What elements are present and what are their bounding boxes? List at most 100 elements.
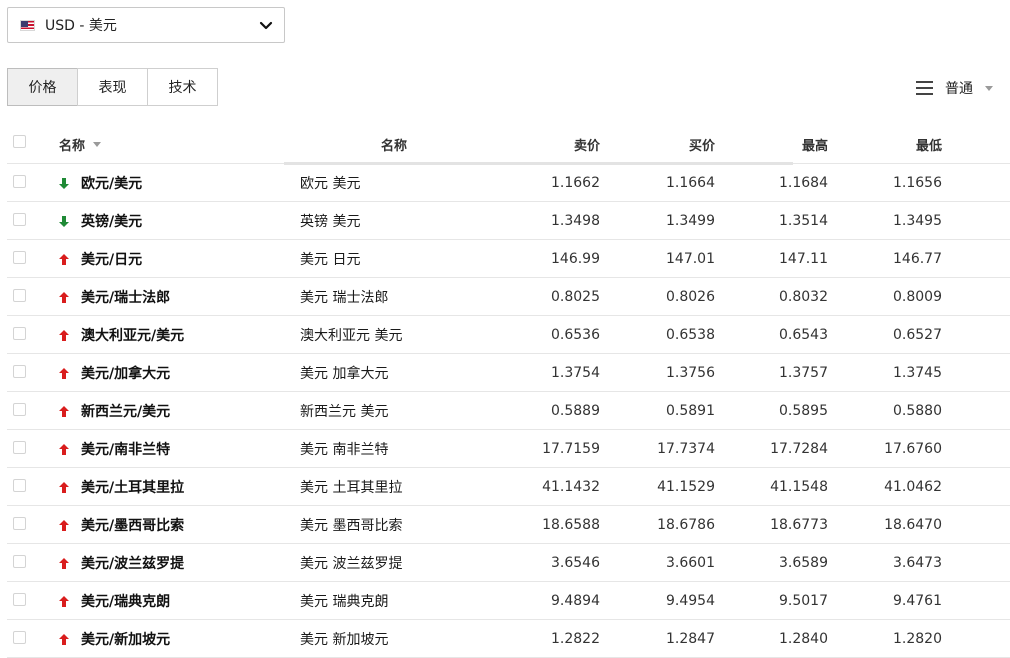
table-row[interactable]: 美元/墨西哥比索 美元 墨西哥比索 18.6588 18.6786 18.6773 18.… bbox=[7, 506, 1010, 544]
header-high[interactable]: 最高 bbox=[727, 125, 828, 163]
bid-value: 0.5889 bbox=[551, 402, 600, 419]
ask-value: 18.6786 bbox=[657, 516, 715, 533]
pair-cell: 美元/墨西哥比索 bbox=[59, 506, 184, 543]
ask-value: 1.2847 bbox=[666, 630, 715, 647]
pair-link[interactable]: 欧元/美元 bbox=[81, 173, 142, 193]
low-value: 1.3495 bbox=[893, 212, 942, 229]
arrow-up-icon bbox=[59, 405, 69, 417]
bid-value: 1.2822 bbox=[551, 630, 600, 647]
header-bid[interactable]: 卖价 bbox=[487, 125, 600, 163]
row-checkbox[interactable] bbox=[13, 555, 26, 568]
low-value: 9.4761 bbox=[893, 592, 942, 609]
pair-description: 澳大利亚元 美元 bbox=[300, 327, 403, 344]
pair-link[interactable]: 美元/波兰兹罗提 bbox=[81, 553, 184, 573]
ask-value: 1.3499 bbox=[666, 212, 715, 229]
table-row[interactable]: 美元/南非兰特 美元 南非兰特 17.7159 17.7374 17.7284 17.67… bbox=[7, 430, 1010, 468]
table-row[interactable]: 欧元/美元 欧元 美元 1.1662 1.1664 1.1684 1.1656 bbox=[7, 164, 1010, 202]
arrow-up-icon bbox=[59, 633, 69, 645]
pair-cell: 美元/新加坡元 bbox=[59, 620, 170, 657]
pair-description: 美元 瑞士法郎 bbox=[300, 289, 389, 306]
pair-link[interactable]: 美元/新加坡元 bbox=[81, 629, 170, 649]
table-row[interactable]: 英镑/美元 英镑 美元 1.3498 1.3499 1.3514 1.3495 bbox=[7, 202, 1010, 240]
bid-value: 0.8025 bbox=[551, 288, 600, 305]
table-row[interactable]: 美元/波兰兹罗提 美元 波兰兹罗提 3.6546 3.6601 3.6589 3.6473 bbox=[7, 544, 1010, 582]
pair-description: 欧元 美元 bbox=[300, 175, 361, 192]
pair-link[interactable]: 美元/日元 bbox=[81, 249, 142, 269]
row-checkbox[interactable] bbox=[13, 365, 26, 378]
row-checkbox[interactable] bbox=[13, 441, 26, 454]
pair-description: 新西兰元 美元 bbox=[300, 403, 389, 420]
pair-description: 美元 新加坡元 bbox=[300, 631, 389, 648]
table-row[interactable]: 澳大利亚元/美元 澳大利亚元 美元 0.6536 0.6538 0.6543 0.6527 bbox=[7, 316, 1010, 354]
table-row[interactable]: 美元/日元 美元 日元 146.99 147.01 147.11 146.77 bbox=[7, 240, 1010, 278]
pair-cell: 美元/日元 bbox=[59, 240, 142, 277]
row-checkbox[interactable] bbox=[13, 327, 26, 340]
ask-value: 147.01 bbox=[666, 250, 715, 267]
header-name-label: 名称 bbox=[59, 138, 86, 154]
row-checkbox[interactable] bbox=[13, 213, 26, 226]
pair-link[interactable]: 美元/土耳其里拉 bbox=[81, 477, 184, 497]
arrow-up-icon bbox=[59, 557, 69, 569]
row-checkbox[interactable] bbox=[13, 403, 26, 416]
high-value: 1.2840 bbox=[779, 630, 828, 647]
pair-link[interactable]: 英镑/美元 bbox=[81, 211, 142, 231]
arrow-up-icon bbox=[59, 253, 69, 265]
high-value: 1.1684 bbox=[779, 174, 828, 191]
tab-performance[interactable]: 表现 bbox=[77, 68, 148, 106]
currency-selector[interactable]: USD - 美元 bbox=[7, 7, 285, 43]
bid-value: 0.6536 bbox=[551, 326, 600, 343]
row-checkbox[interactable] bbox=[13, 593, 26, 606]
table-row[interactable]: 美元/加拿大元 美元 加拿大元 1.3754 1.3756 1.3757 1.3745 bbox=[7, 354, 1010, 392]
header-ask[interactable]: 买价 bbox=[607, 125, 715, 163]
tab-technical[interactable]: 技术 bbox=[147, 68, 218, 106]
pair-link[interactable]: 澳大利亚元/美元 bbox=[81, 325, 184, 345]
low-value: 41.0462 bbox=[884, 478, 942, 495]
table-row[interactable]: 美元/瑞典克朗 美元 瑞典克朗 9.4894 9.4954 9.5017 9.4761 bbox=[7, 582, 1010, 620]
pair-description: 美元 日元 bbox=[300, 251, 361, 268]
row-checkbox[interactable] bbox=[13, 479, 26, 492]
view-mode-dropdown[interactable]: 普通 bbox=[916, 78, 993, 98]
quotes-table: 名称 名称 卖价 买价 最高 最低 欧元/美元 欧元 美元 1.1662 1.1664… bbox=[7, 125, 1010, 658]
high-value: 18.6773 bbox=[770, 516, 828, 533]
pair-link[interactable]: 美元/瑞典克朗 bbox=[81, 591, 170, 611]
low-value: 3.6473 bbox=[893, 554, 942, 571]
tab-price[interactable]: 价格 bbox=[7, 68, 78, 106]
row-checkbox[interactable] bbox=[13, 631, 26, 644]
pair-description: 美元 波兰兹罗提 bbox=[300, 555, 403, 572]
bid-value: 18.6588 bbox=[542, 516, 600, 533]
table-row[interactable]: 美元/新加坡元 美元 新加坡元 1.2822 1.2847 1.2840 1.2820 bbox=[7, 620, 1010, 658]
arrow-up-icon bbox=[59, 367, 69, 379]
pair-description: 美元 墨西哥比索 bbox=[300, 517, 403, 534]
select-all-checkbox[interactable] bbox=[13, 135, 26, 148]
pair-cell: 新西兰元/美元 bbox=[59, 392, 170, 429]
pair-link[interactable]: 美元/加拿大元 bbox=[81, 363, 170, 383]
sort-caret-icon bbox=[93, 141, 102, 147]
pair-link[interactable]: 美元/墨西哥比索 bbox=[81, 515, 184, 535]
header-name-sortable[interactable]: 名称 bbox=[59, 125, 102, 163]
high-value: 41.1548 bbox=[770, 478, 828, 495]
ask-value: 1.3756 bbox=[666, 364, 715, 381]
table-row[interactable]: 美元/土耳其里拉 美元 土耳其里拉 41.1432 41.1529 41.1548 41.… bbox=[7, 468, 1010, 506]
pair-cell: 美元/波兰兹罗提 bbox=[59, 544, 184, 581]
pair-link[interactable]: 美元/瑞士法郎 bbox=[81, 287, 170, 307]
ask-value: 1.1664 bbox=[666, 174, 715, 191]
row-checkbox[interactable] bbox=[13, 175, 26, 188]
header-low[interactable]: 最低 bbox=[837, 125, 942, 163]
pair-description: 英镑 美元 bbox=[300, 213, 361, 230]
caret-down-icon bbox=[985, 85, 993, 91]
low-value: 1.1656 bbox=[893, 174, 942, 191]
table-row[interactable]: 美元/瑞士法郎 美元 瑞士法郎 0.8025 0.8026 0.8032 0.8009 bbox=[7, 278, 1010, 316]
currency-selector-label: USD - 美元 bbox=[45, 18, 117, 34]
row-checkbox[interactable] bbox=[13, 251, 26, 264]
pair-link[interactable]: 美元/南非兰特 bbox=[81, 439, 170, 459]
chevron-down-icon bbox=[259, 21, 273, 30]
arrow-up-icon bbox=[59, 291, 69, 303]
row-checkbox[interactable] bbox=[13, 517, 26, 530]
table-row[interactable]: 新西兰元/美元 新西兰元 美元 0.5889 0.5891 0.5895 0.5880 bbox=[7, 392, 1010, 430]
low-value: 17.6760 bbox=[884, 440, 942, 457]
header-name2[interactable]: 名称 bbox=[381, 125, 407, 163]
row-checkbox[interactable] bbox=[13, 289, 26, 302]
bid-value: 41.1432 bbox=[542, 478, 600, 495]
table-header: 名称 名称 卖价 买价 最高 最低 bbox=[7, 125, 1010, 165]
pair-link[interactable]: 新西兰元/美元 bbox=[81, 401, 170, 421]
